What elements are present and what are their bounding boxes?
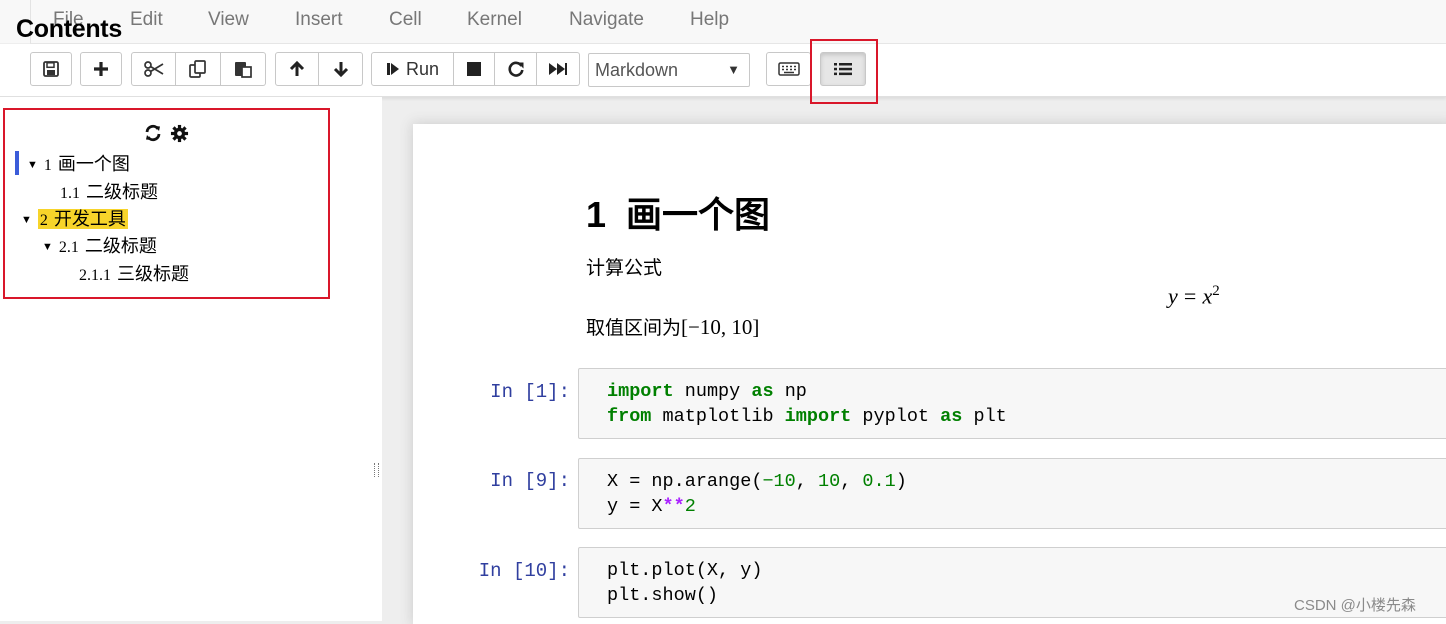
toc-toggle-button[interactable] (820, 52, 866, 86)
markdown-paragraph: 计算公式 (586, 258, 663, 279)
copy-button[interactable] (176, 52, 221, 86)
caret-down-icon[interactable]: ▼ (42, 241, 53, 253)
arrow-up-icon (289, 60, 305, 76)
save-button[interactable] (30, 52, 72, 86)
math-formula: y = x2 (1168, 283, 1220, 309)
menu-kernel[interactable]: Kernel (467, 9, 522, 31)
code-cell-input[interactable]: X = np.arange(−10, 10, 0.1) y = X**2 (578, 458, 1446, 529)
fast-forward-icon (549, 63, 567, 75)
move-down-button[interactable] (319, 52, 363, 86)
range-label: 取值区间为 (586, 318, 682, 339)
formula-lhs: y (1168, 283, 1178, 309)
menu-view[interactable]: View (208, 9, 249, 31)
move-up-button[interactable] (275, 52, 319, 86)
cell-prompt: In [10]: (478, 560, 570, 582)
stop-button[interactable] (454, 52, 495, 86)
code-line: from matplotlib import pyplot as plt (607, 406, 1007, 427)
formula-base: x (1202, 283, 1213, 309)
restart-icon (507, 61, 524, 77)
cut-icon (143, 61, 163, 77)
sidebar-resize-handle[interactable] (374, 463, 379, 477)
step-forward-icon (386, 63, 399, 75)
plus-icon (94, 62, 108, 76)
markdown-paragraph-range: 取值区间为[−10, 10] (586, 313, 759, 340)
keyboard-icon (777, 62, 800, 76)
keyboard-shortcuts-button[interactable] (766, 52, 811, 86)
menu-insert[interactable]: Insert (295, 9, 343, 31)
heading-number: 1 (586, 194, 607, 235)
toc-item-label: 开发工具 (53, 209, 126, 229)
heading-text: 画一个图 (626, 194, 771, 235)
save-icon (43, 61, 59, 77)
code-line: plt.plot(X, y) (607, 560, 763, 581)
toc-item-highlight: 2 开发工具 (37, 209, 128, 229)
toc-item-number: 1.1 (60, 185, 80, 202)
toc-title: Contents (16, 15, 122, 43)
list-icon (834, 63, 852, 76)
toc-item-label: 二级标题 (84, 236, 157, 256)
toc-item-2-1-1[interactable]: 2.1.1 三级标题 (79, 260, 189, 286)
refresh-icon[interactable] (144, 124, 162, 147)
caret-down-icon[interactable]: ▼ (27, 159, 38, 171)
range-math: [−10, 10] (681, 315, 760, 339)
arrow-down-icon (333, 62, 348, 78)
toc-current-indicator (15, 151, 19, 175)
cell-type-select[interactable]: Markdown ▼ (588, 53, 750, 87)
toc-item-number: 2.1 (58, 239, 79, 256)
cell-prompt: In [9]: (490, 470, 570, 492)
menubar: File Edit View Insert Cell Kernel Naviga… (0, 0, 1446, 44)
dropdown-arrow-icon: ▼ (727, 62, 740, 77)
insert-cell-button[interactable] (80, 52, 122, 86)
toc-item-number: 2 (39, 212, 48, 229)
toc-item-1[interactable]: ▼ 1 画一个图 (27, 150, 130, 176)
code-line: X = np.arange(−10, 10, 0.1) (607, 471, 907, 492)
cell-type-value: Markdown (595, 59, 679, 80)
menu-navigate[interactable]: Navigate (569, 9, 644, 31)
cell-prompt: In [1]: (490, 381, 570, 403)
watermark: CSDN @小楼先森 (1294, 597, 1416, 614)
toc-item-label: 画一个图 (57, 154, 130, 174)
toc-item-number: 2.1.1 (79, 267, 111, 284)
code-cell-input[interactable]: import numpy as np from matplotlib impor… (578, 368, 1446, 439)
formula-equals: = (1183, 283, 1197, 309)
run-button[interactable]: Run (371, 52, 454, 86)
code-line: plt.show() (607, 585, 719, 606)
toc-item-1-1[interactable]: 1.1 二级标题 (60, 178, 158, 204)
caret-down-icon[interactable]: ▼ (21, 214, 32, 226)
run-label: Run (405, 58, 440, 79)
toc-item-label: 二级标题 (86, 182, 158, 202)
toc-item-label: 三级标题 (117, 264, 189, 284)
formula-exponent: 2 (1212, 283, 1220, 299)
toc-item-2[interactable]: ▼ 2 开发工具 (21, 205, 128, 231)
run-all-button[interactable] (537, 52, 580, 86)
stop-icon (467, 62, 481, 76)
toc-item-number: 1 (43, 157, 52, 174)
toc-item-2-1[interactable]: ▼ 2.1 二级标题 (42, 232, 157, 258)
markdown-heading: 1 画一个图 (586, 186, 770, 238)
code-line: import numpy as np (607, 381, 807, 402)
restart-button[interactable] (495, 52, 537, 86)
menu-edit[interactable]: Edit (130, 9, 163, 31)
code-line: y = X**2 (607, 496, 696, 517)
cut-button[interactable] (131, 52, 176, 86)
menu-help[interactable]: Help (690, 9, 729, 31)
paste-button[interactable] (221, 52, 266, 86)
menu-cell[interactable]: Cell (389, 9, 422, 31)
copy-icon (189, 60, 206, 78)
settings-gear-icon[interactable] (170, 124, 189, 148)
paste-icon (235, 62, 252, 78)
